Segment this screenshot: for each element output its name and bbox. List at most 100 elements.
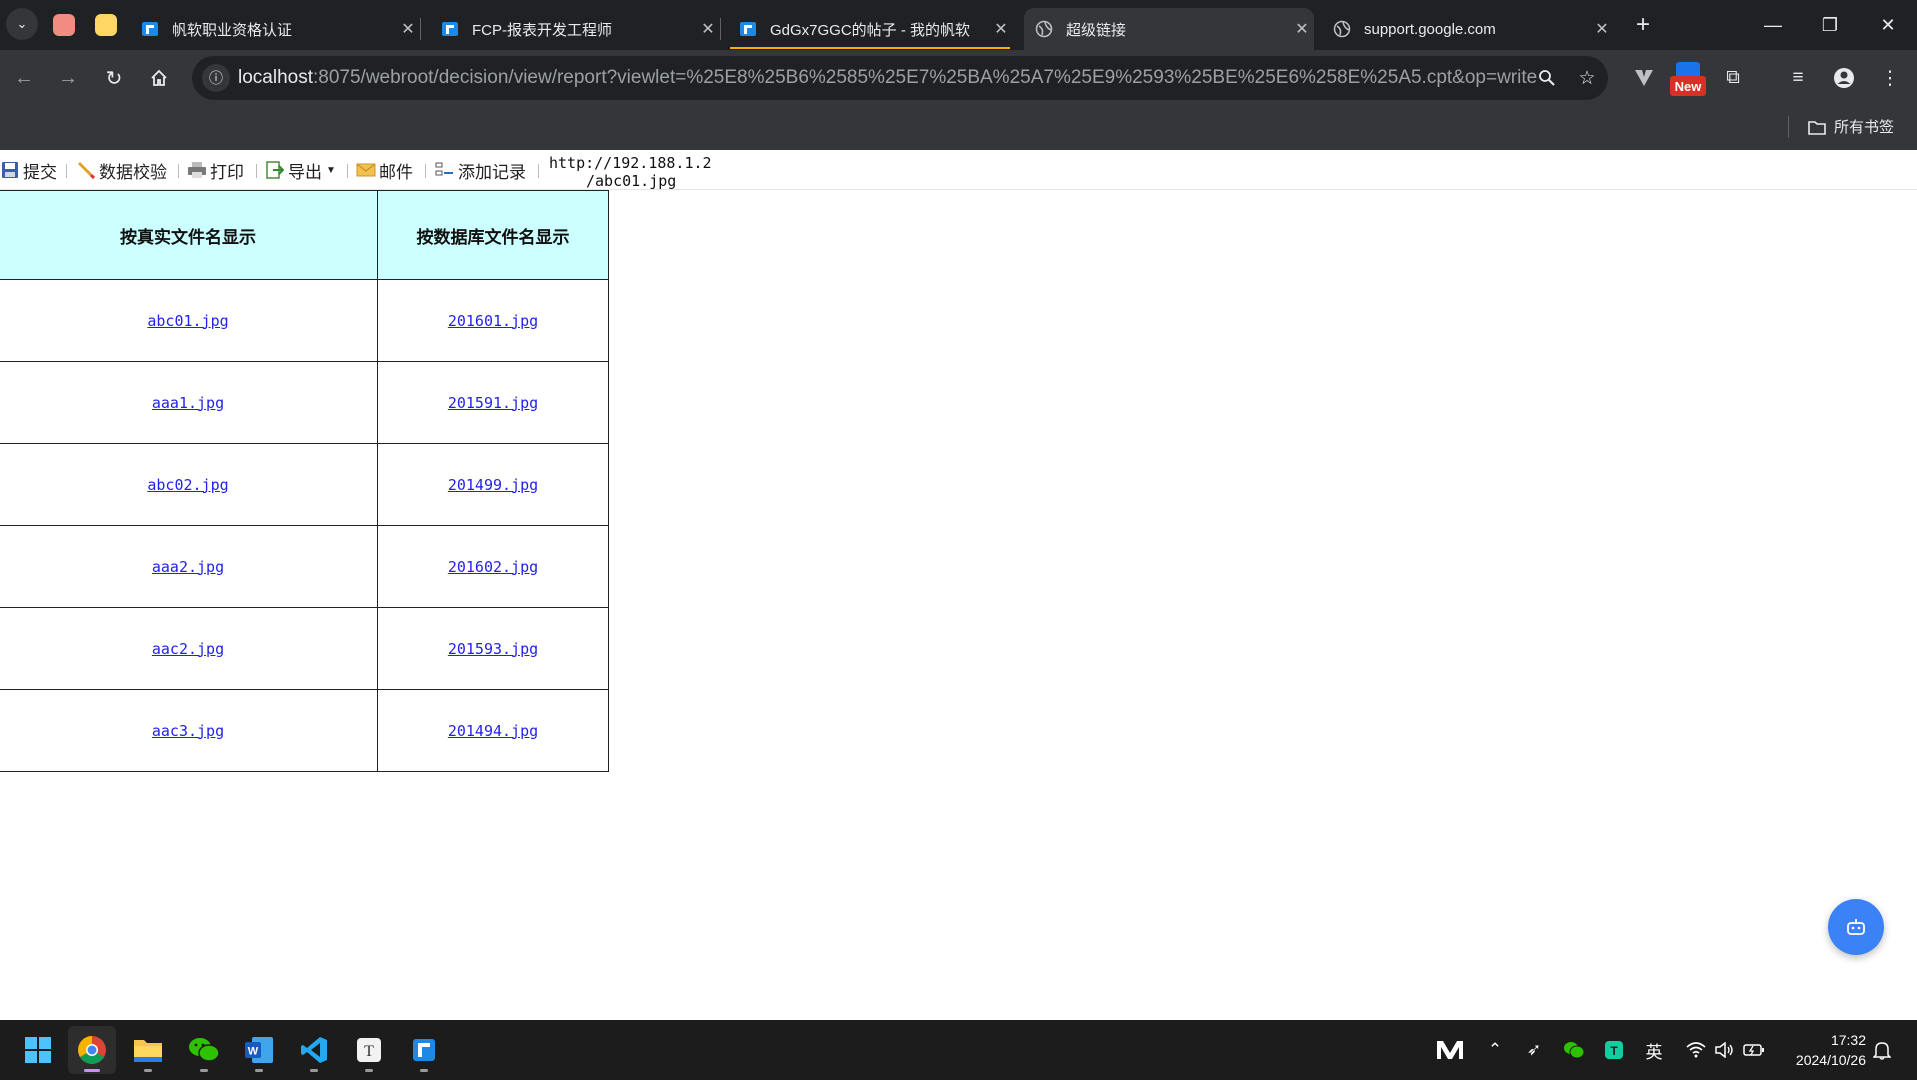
- table-cell: aac2.jpg: [0, 607, 378, 690]
- close-icon[interactable]: ✕: [1290, 19, 1314, 39]
- dropdown-arrow-icon[interactable]: ▼: [326, 165, 336, 176]
- tab-title: 帆软职业资格认证: [172, 21, 293, 39]
- header-real-filename: 按真实文件名显示: [0, 190, 378, 280]
- table-cell: abc01.jpg: [0, 279, 378, 362]
- mail-label: 邮件: [379, 162, 413, 182]
- app-tray-icon[interactable]: T: [1600, 1036, 1628, 1064]
- close-icon[interactable]: ✕: [396, 19, 420, 39]
- folder-icon: [1808, 120, 1826, 135]
- tab-google-support[interactable]: support.google.com ✕: [1322, 8, 1614, 50]
- extension-new-badge[interactable]: New: [1670, 76, 1706, 96]
- tab-group-red[interactable]: [53, 14, 75, 36]
- table-row: aac3.jpg 201494.jpg: [0, 689, 609, 772]
- notification-bell-icon[interactable]: [1868, 1036, 1896, 1064]
- home-button[interactable]: [141, 60, 177, 96]
- word-icon[interactable]: W: [235, 1026, 283, 1074]
- report-toolbar: 提交 数据校验 打印 导出 ▼ 邮件 添加记录: [0, 150, 1917, 190]
- forward-button[interactable]: →: [50, 60, 86, 96]
- home-icon: [151, 69, 167, 86]
- add-record-button[interactable]: 添加记录: [435, 159, 526, 182]
- file-link[interactable]: aaa1.jpg: [152, 394, 224, 412]
- bookmark-star-icon[interactable]: ☆: [1572, 63, 1602, 93]
- print-button[interactable]: 打印: [187, 159, 244, 182]
- all-bookmarks-button[interactable]: 所有书签: [1808, 116, 1894, 137]
- wechat-icon[interactable]: [180, 1026, 228, 1074]
- table-cell: 201591.jpg: [377, 361, 609, 444]
- vscode-icon[interactable]: [290, 1026, 338, 1074]
- reload-button[interactable]: ↻: [96, 60, 132, 96]
- close-icon[interactable]: ✕: [696, 19, 720, 39]
- clock-time: 17:32: [1830, 1032, 1866, 1048]
- assistant-fab-button[interactable]: [1828, 899, 1884, 955]
- volume-icon[interactable]: [1710, 1036, 1738, 1064]
- report-table: 按真实文件名显示 按数据库文件名显示 abc01.jpg 201601.jpg …: [0, 190, 609, 772]
- globe-icon: [1332, 19, 1352, 39]
- file-link[interactable]: 201602.jpg: [448, 558, 538, 576]
- file-link[interactable]: aaa2.jpg: [152, 558, 224, 576]
- pencil-icon: [76, 160, 96, 180]
- finereport-icon[interactable]: [400, 1026, 448, 1074]
- globe-icon: [1034, 19, 1054, 39]
- print-label: 打印: [210, 162, 244, 182]
- url-text[interactable]: localhost:8075/webroot/decision/view/rep…: [238, 67, 1537, 89]
- all-bookmarks-label: 所有书签: [1834, 119, 1895, 136]
- battery-icon[interactable]: [1740, 1036, 1768, 1064]
- tab-title: 超级链接: [1066, 21, 1127, 39]
- site-info-icon[interactable]: ⓘ: [202, 64, 230, 92]
- file-link[interactable]: 201593.jpg: [448, 640, 538, 658]
- tab-title: support.google.com: [1364, 20, 1496, 38]
- chevron-up-icon[interactable]: ⌃: [1481, 1036, 1509, 1064]
- ime-indicator[interactable]: 英: [1640, 1036, 1668, 1064]
- mail-button[interactable]: 邮件: [356, 159, 413, 182]
- submit-button[interactable]: 提交: [0, 159, 57, 182]
- menu-more-icon[interactable]: ⋮: [1872, 60, 1908, 96]
- file-link[interactable]: 201601.jpg: [448, 312, 538, 330]
- feather-tray-icon[interactable]: ➶: [1520, 1036, 1548, 1064]
- profile-avatar[interactable]: [1826, 60, 1862, 96]
- minimize-button[interactable]: —: [1744, 0, 1802, 50]
- browser-toolbar: ← → ↻ ⓘ localhost:8075/webroot/decision/…: [0, 50, 1917, 106]
- finereport-icon: [440, 19, 460, 39]
- tab-fcp[interactable]: FCP-报表开发工程师 ✕: [430, 8, 721, 50]
- media-control-icon[interactable]: ≡: [1780, 60, 1816, 96]
- tab-fr-certification[interactable]: 帆软职业资格认证 ✕: [130, 8, 421, 50]
- tab-group-yellow[interactable]: [95, 14, 117, 36]
- validate-button[interactable]: 数据校验: [76, 159, 167, 182]
- new-tab-button[interactable]: +: [1626, 8, 1660, 42]
- back-button[interactable]: ←: [6, 60, 42, 96]
- address-bar[interactable]: ⓘ localhost:8075/webroot/decision/view/r…: [192, 56, 1608, 100]
- tab-hyperlink-active[interactable]: 超级链接 ✕: [1024, 8, 1314, 50]
- system-clock[interactable]: 17:32 2024/10/26: [1782, 1030, 1866, 1070]
- vuetify-extension-icon[interactable]: [1626, 60, 1662, 96]
- add-record-label: 添加记录: [458, 162, 526, 182]
- chrome-icon[interactable]: [68, 1026, 116, 1074]
- zoom-icon[interactable]: [1532, 63, 1562, 93]
- myeclipse-tray-icon[interactable]: [1432, 1036, 1468, 1064]
- file-link[interactable]: abc02.jpg: [147, 476, 228, 494]
- file-link[interactable]: 201591.jpg: [448, 394, 538, 412]
- tab-title: FCP-报表开发工程师: [472, 21, 612, 39]
- close-icon[interactable]: ✕: [1590, 19, 1614, 39]
- tab-forum-post[interactable]: GdGx7GGC的帖子 - 我的帆软 ✕: [728, 8, 1013, 50]
- tab-search-button[interactable]: ⌄: [6, 8, 38, 40]
- bot-icon: [1847, 919, 1865, 935]
- wifi-icon[interactable]: [1682, 1036, 1710, 1064]
- typora-icon[interactable]: T: [345, 1026, 393, 1074]
- close-window-button[interactable]: ✕: [1859, 0, 1917, 50]
- close-icon[interactable]: ✕: [989, 19, 1013, 39]
- file-link[interactable]: abc01.jpg: [147, 312, 228, 330]
- windows-start-icon[interactable]: [14, 1026, 62, 1074]
- submit-label: 提交: [23, 162, 57, 182]
- extension-icon[interactable]: [1676, 62, 1700, 76]
- tab-loading-indicator: [730, 47, 1010, 49]
- file-link[interactable]: aac3.jpg: [152, 722, 224, 740]
- file-link[interactable]: 201494.jpg: [448, 722, 538, 740]
- export-button[interactable]: 导出 ▼: [265, 159, 336, 182]
- file-link[interactable]: 201499.jpg: [448, 476, 538, 494]
- wechat-tray-icon[interactable]: [1560, 1036, 1588, 1064]
- extensions-puzzle-icon[interactable]: ⧉: [1715, 60, 1751, 96]
- restore-button[interactable]: ❐: [1801, 0, 1859, 50]
- file-explorer-icon[interactable]: [124, 1026, 172, 1074]
- bookmarks-bar: 所有书签: [0, 106, 1917, 150]
- file-link[interactable]: aac2.jpg: [152, 640, 224, 658]
